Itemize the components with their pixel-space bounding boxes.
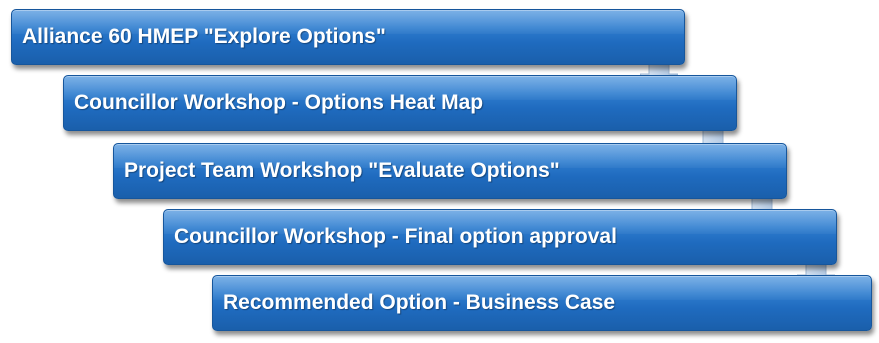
- process-step-3-label: Project Team Workshop "Evaluate Options": [124, 159, 560, 182]
- process-step-4: Councillor Workshop - Final option appro…: [163, 209, 837, 265]
- process-step-4-label: Councillor Workshop - Final option appro…: [174, 225, 617, 248]
- process-step-5: Recommended Option - Business Case: [212, 275, 872, 331]
- process-step-3: Project Team Workshop "Evaluate Options": [113, 143, 787, 199]
- process-step-2: Councillor Workshop - Options Heat Map: [63, 75, 737, 131]
- process-step-2-label: Councillor Workshop - Options Heat Map: [74, 91, 484, 114]
- process-step-5-label: Recommended Option - Business Case: [223, 291, 616, 314]
- process-step-1-label: Alliance 60 HMEP "Explore Options": [22, 25, 386, 48]
- process-step-1: Alliance 60 HMEP "Explore Options": [11, 9, 685, 65]
